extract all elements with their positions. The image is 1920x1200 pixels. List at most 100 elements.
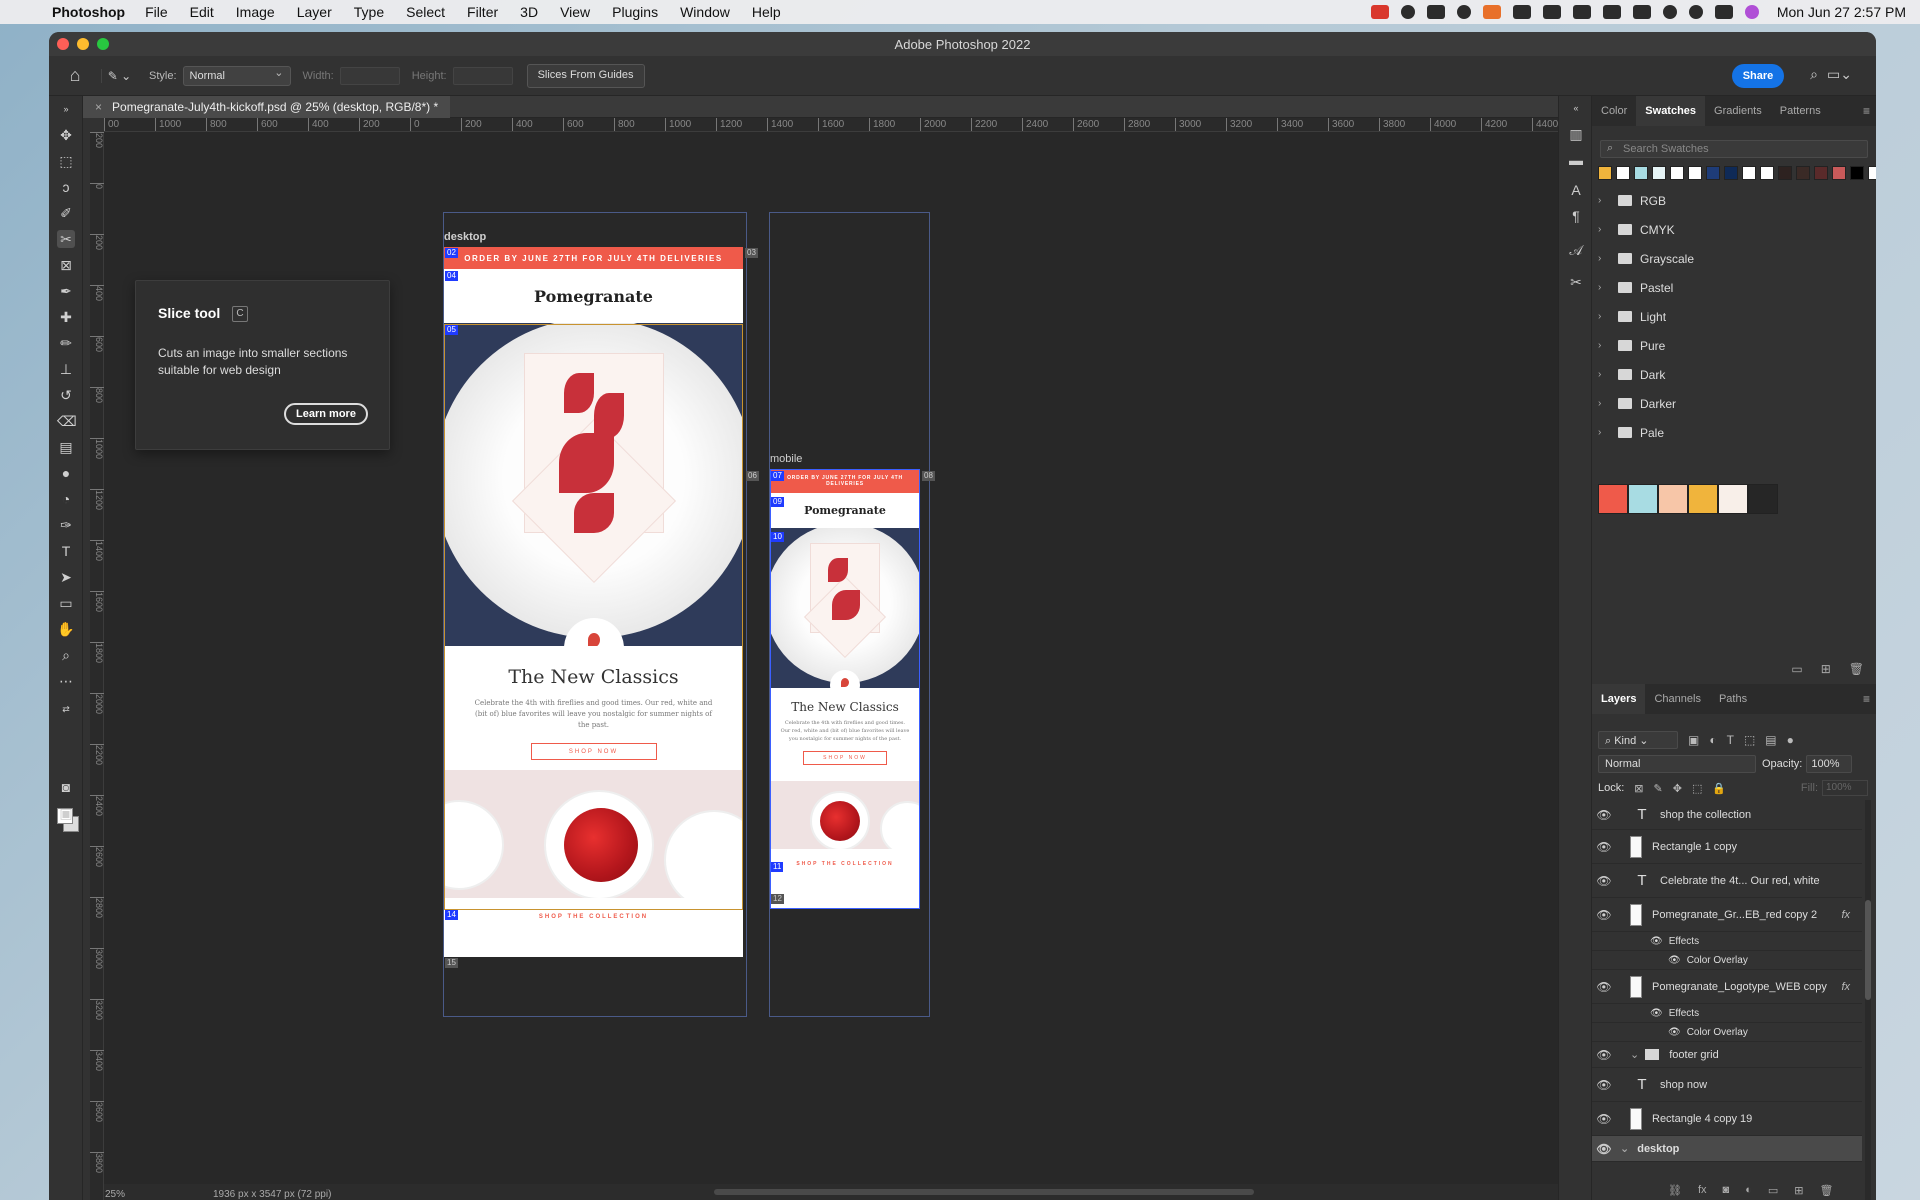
recent-color-swatch[interactable] [1868,166,1876,180]
pen-tool-icon[interactable]: ✑ [57,516,75,534]
type-tool-icon[interactable]: T [57,542,75,560]
app-menu[interactable]: Photoshop [52,4,125,20]
menu-help[interactable]: Help [752,4,781,20]
slice-tag-09[interactable]: 09 [771,497,784,507]
workspace-icon[interactable]: ▭⌄ [1827,66,1852,83]
paragraph-panel-icon[interactable]: ¶ [1568,208,1584,224]
visibility-eye-icon[interactable]: 👁 [1592,1078,1616,1092]
tab-gradients[interactable]: Gradients [1705,96,1771,126]
style-select[interactable]: Normal [182,65,291,86]
layer-effect-row[interactable]: 👁 Color Overlay [1592,1023,1862,1042]
menu-filter[interactable]: Filter [467,4,498,20]
more-tools-icon[interactable]: ⋯ [57,672,75,690]
swatch-folder-darker[interactable]: › Darker [1598,389,1868,418]
quick-selection-tool-icon[interactable]: ✐ [57,204,75,222]
clone-stamp-tool-icon[interactable]: ⊥ [57,360,75,378]
delete-layer-icon[interactable]: 🗑 [1819,1184,1833,1197]
layer-group-row[interactable]: 👁 ⌄ footer grid [1592,1042,1862,1068]
visibility-eye-icon[interactable]: 👁 [1592,908,1616,922]
swatch-folder-light[interactable]: › Light [1598,302,1868,331]
fx-icon[interactable]: fx [1841,981,1850,993]
visibility-eye-icon[interactable]: 👁 [1592,1048,1616,1062]
layer-row[interactable]: 👁 Tshop the collection [1592,800,1862,830]
mobile-artboard-label[interactable]: mobile [770,453,802,465]
healing-brush-tool-icon[interactable]: ✚ [57,308,75,326]
zoom-level[interactable]: 25% [105,1189,125,1200]
filter-toggle-icon[interactable]: ● [1787,733,1794,747]
spotlight-search-icon[interactable] [1688,5,1703,19]
control-center-icon[interactable] [1714,5,1733,19]
recent-color-swatch[interactable] [1688,166,1702,180]
document-dimensions[interactable]: 1936 px x 3547 px (72 ppi) [213,1189,331,1200]
hand-tool-icon[interactable]: ✋ [57,620,75,638]
recent-color-swatch[interactable] [1670,166,1684,180]
menu-image[interactable]: Image [236,4,275,20]
lock-artboard-icon[interactable]: ⬚ [1692,782,1702,795]
swatches-search-input[interactable]: ⌕ Search Swatches [1600,140,1868,158]
recent-color-swatch[interactable] [1832,166,1846,180]
vertical-ruler[interactable]: 200 0 200 400 600 800 1000 1200 1400 1600 1800 2000… [90,132,104,1200]
menu-type[interactable]: Type [354,4,384,20]
slice-tag-03[interactable]: 03 [745,248,758,258]
frame-tool-icon[interactable]: ⊠ [57,256,75,274]
filter-adjustment-icon[interactable]: ◐ [1709,733,1716,747]
slice-tag-15[interactable]: 15 [445,958,458,968]
app-5-icon[interactable] [1512,5,1531,19]
slice-tag-06[interactable]: 06 [746,471,759,481]
swatch-folder-pastel[interactable]: › Pastel [1598,273,1868,302]
layer-row[interactable]: 👁 Pomegranate_Logotype_WEB copy fx [1592,970,1862,1004]
custom-color-swatch[interactable] [1628,484,1658,514]
wifi-icon[interactable] [1662,5,1677,19]
recent-color-swatch[interactable] [1760,166,1774,180]
slice-tag-04[interactable]: 04 [445,271,458,281]
swatch-folder-grayscale[interactable]: › Grayscale [1598,244,1868,273]
fill-input[interactable]: 100% [1822,780,1868,796]
history-panel-icon[interactable]: ▥ [1568,126,1584,142]
tool-presets-icon[interactable]: ✂ [1568,274,1584,290]
layer-effects-row[interactable]: 👁 Effects [1592,1004,1862,1023]
recent-color-swatch[interactable] [1634,166,1648,180]
close-tab-icon[interactable]: × [95,100,102,114]
slice-tag-02[interactable]: 02 [445,248,458,258]
creative-cloud-icon[interactable] [1400,5,1415,19]
recent-color-swatch[interactable] [1778,166,1792,180]
blend-mode-select[interactable]: Normal [1598,755,1756,773]
visibility-eye-icon[interactable]: 👁 [1592,980,1616,994]
zoom-tool-icon[interactable]: ⌕ [57,646,75,664]
brush-tool-icon[interactable]: ✏ [57,334,75,352]
add-mask-icon[interactable]: ◙ [1723,1184,1730,1197]
effect-eye-icon[interactable]: 👁 [1668,1027,1681,1038]
recent-color-swatch[interactable] [1850,166,1864,180]
chevron-down-icon[interactable]: ⌄ [1630,1048,1639,1061]
tab-paths[interactable]: Paths [1710,684,1756,714]
new-layer-icon[interactable]: ⊞ [1794,1184,1803,1197]
swap-colors-icon[interactable]: ⇄ [57,700,75,718]
gradient-tool-icon[interactable]: ▤ [57,438,75,456]
horizontal-ruler[interactable]: 00 1000 800 600 400 200 0 200 400 600 800 1000 1200 1… [104,118,1630,132]
swatch-folder-pale[interactable]: › Pale [1598,418,1868,447]
desktop-artboard-label[interactable]: desktop [444,231,486,243]
slices-from-guides-button[interactable]: Slices From Guides [526,63,645,88]
new-group-icon[interactable]: ▭ [1791,662,1802,676]
slice-tag-08[interactable]: 08 [922,471,935,481]
collapse-tools-icon[interactable]: » [57,100,75,118]
filter-shape-icon[interactable]: ⬚ [1744,733,1755,747]
fx-icon[interactable]: fx [1841,909,1850,921]
visibility-eye-icon[interactable]: 👁 [1592,1112,1616,1126]
layers-scroll-thumb[interactable] [1865,900,1871,1000]
recent-color-swatch[interactable] [1652,166,1666,180]
recent-color-swatch[interactable] [1724,166,1738,180]
delete-swatch-icon[interactable]: 🗑 [1849,662,1864,676]
layers-scrollbar[interactable] [1865,800,1871,1200]
custom-color-swatch[interactable] [1748,484,1778,514]
swatch-folder-cmyk[interactable]: › CMYK [1598,215,1868,244]
window-icon[interactable] [1542,5,1561,19]
filter-type-icon[interactable]: T [1727,733,1734,747]
recent-color-swatch[interactable] [1598,166,1612,180]
layer-effect-row[interactable]: 👁 Color Overlay [1592,951,1862,970]
maximize-window-button[interactable] [97,38,109,50]
effects-eye-icon[interactable]: 👁 [1650,936,1663,947]
recent-color-swatch[interactable] [1706,166,1720,180]
eraser-tool-icon[interactable]: ⌫ [57,412,77,430]
visibility-eye-icon[interactable]: 👁 [1592,874,1616,888]
